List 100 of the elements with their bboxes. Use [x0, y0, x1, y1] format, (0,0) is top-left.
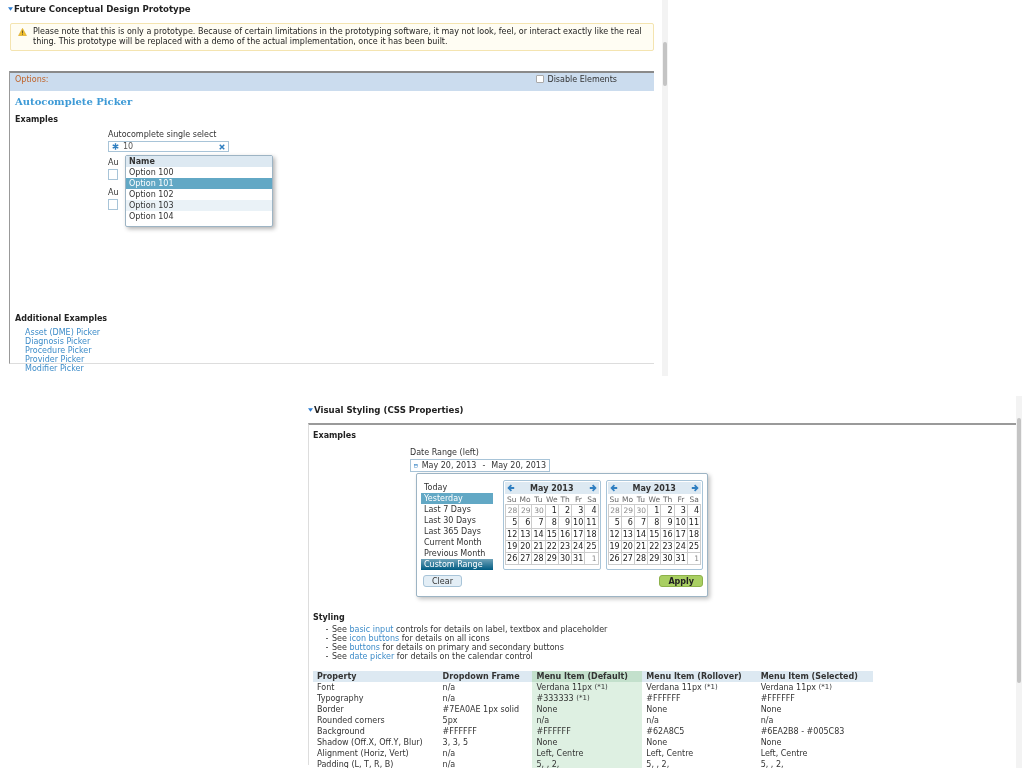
day-cell[interactable]: 21: [532, 541, 546, 553]
day-cell[interactable]: 31: [674, 553, 688, 565]
next-arrow-icon[interactable]: [588, 484, 597, 492]
day-cell[interactable]: 11: [585, 517, 599, 529]
doc-link[interactable]: icon buttons: [349, 634, 400, 643]
next-arrow-icon[interactable]: [690, 484, 699, 492]
day-cell[interactable]: 19: [506, 541, 520, 553]
day-cell[interactable]: 14: [532, 529, 546, 541]
day-cell[interactable]: 24: [572, 541, 586, 553]
dropdown-option[interactable]: Option 104: [126, 211, 272, 222]
day-cell[interactable]: 27: [621, 553, 635, 565]
picker-link[interactable]: Provider Picker: [25, 355, 85, 364]
doc-link[interactable]: basic input: [349, 625, 394, 634]
autocomplete-field[interactable]: 10: [108, 141, 229, 152]
clear-button[interactable]: Clear: [423, 575, 462, 587]
table-cell-text: Left, Centre: [759, 748, 809, 759]
styling-heading: Styling: [313, 613, 346, 622]
day-cell[interactable]: 13: [519, 529, 533, 541]
day-cell[interactable]: 7: [634, 517, 649, 529]
day-cell[interactable]: 29: [648, 553, 662, 565]
day-cell[interactable]: 19: [608, 541, 622, 553]
day-cell[interactable]: 10: [674, 517, 688, 529]
range-option[interactable]: Previous Month: [421, 548, 494, 559]
day-cell[interactable]: 28: [634, 553, 649, 565]
clear-icon[interactable]: [219, 143, 225, 150]
day-cell[interactable]: 22: [545, 541, 559, 553]
day-cell[interactable]: 9: [558, 517, 573, 529]
day-cell[interactable]: 3: [572, 505, 586, 517]
day-cell[interactable]: 21: [634, 541, 649, 553]
day-cell[interactable]: 2: [661, 505, 675, 517]
day-cell[interactable]: 22: [648, 541, 662, 553]
picker-link[interactable]: Modifier Picker: [25, 364, 84, 373]
day-cell[interactable]: 6: [621, 517, 635, 529]
range-option[interactable]: Current Month: [421, 537, 494, 548]
day-cell[interactable]: 20: [621, 541, 635, 553]
date-range-field[interactable]: May 20, 2013 - May 20, 2013: [410, 459, 550, 472]
day-cell[interactable]: 1: [545, 505, 559, 517]
day-cell[interactable]: 20: [519, 541, 533, 553]
day-cell[interactable]: 30: [661, 553, 675, 565]
scrollbar-thumb[interactable]: [1017, 418, 1021, 683]
day-cell[interactable]: 30: [558, 553, 573, 565]
day-cell[interactable]: 5: [608, 517, 622, 529]
day-cell[interactable]: 25: [687, 541, 701, 553]
picker-link[interactable]: Asset (DME) Picker: [25, 328, 101, 337]
day-cell[interactable]: 16: [558, 529, 573, 541]
doc-link[interactable]: buttons: [349, 643, 381, 652]
day-cell[interactable]: 23: [558, 541, 573, 553]
day-cell[interactable]: 8: [545, 517, 559, 529]
day-cell[interactable]: 31: [572, 553, 586, 565]
day-cell[interactable]: 15: [648, 529, 662, 541]
input-field[interactable]: [108, 169, 118, 180]
day-cell[interactable]: 13: [621, 529, 635, 541]
day-cell[interactable]: 29: [545, 553, 559, 565]
day-cell[interactable]: 6: [519, 517, 533, 529]
picker-link[interactable]: Diagnosis Picker: [25, 337, 91, 346]
day-cell[interactable]: 26: [608, 553, 622, 565]
previous-arrow-icon[interactable]: [609, 484, 618, 492]
day-cell[interactable]: 4: [585, 505, 599, 517]
day-cell[interactable]: 4: [687, 505, 701, 517]
day-cell[interactable]: 15: [545, 529, 559, 541]
scrollbar-thumb[interactable]: [663, 42, 667, 86]
range-option[interactable]: Today: [421, 482, 494, 493]
day-cell[interactable]: 9: [661, 517, 675, 529]
day-cell[interactable]: 25: [585, 541, 599, 553]
day-cell[interactable]: 7: [532, 517, 546, 529]
day-cell[interactable]: 3: [674, 505, 688, 517]
day-cell[interactable]: 23: [661, 541, 675, 553]
day-cell[interactable]: 8: [648, 517, 662, 529]
caret-icon[interactable]: [308, 407, 313, 412]
day-cell[interactable]: 1: [648, 505, 662, 517]
dropdown-option[interactable]: Option 103: [126, 200, 272, 211]
day-cell[interactable]: 17: [674, 529, 688, 541]
range-option[interactable]: Last 365 Days: [421, 526, 494, 537]
range-option[interactable]: Custom Range: [421, 559, 494, 570]
caret-icon[interactable]: [8, 6, 13, 11]
day-cell[interactable]: 14: [634, 529, 649, 541]
day-cell[interactable]: 28: [532, 553, 546, 565]
range-option[interactable]: Last 7 Days: [421, 504, 494, 515]
range-option[interactable]: Last 30 Days: [421, 515, 494, 526]
day-cell[interactable]: 12: [608, 529, 622, 541]
day-cell[interactable]: 17: [572, 529, 586, 541]
checkbox[interactable]: [536, 75, 545, 83]
doc-link[interactable]: date picker: [349, 652, 395, 661]
day-cell[interactable]: 26: [506, 553, 520, 565]
day-cell[interactable]: 10: [572, 517, 586, 529]
day-cell[interactable]: 5: [506, 517, 520, 529]
day-cell[interactable]: 18: [687, 529, 701, 541]
dropdown-option[interactable]: Option 102: [126, 189, 272, 200]
day-cell[interactable]: 2: [558, 505, 573, 517]
previous-arrow-icon[interactable]: [507, 484, 516, 492]
day-cell[interactable]: 16: [661, 529, 675, 541]
picker-link[interactable]: Procedure Picker: [25, 346, 92, 355]
day-cell[interactable]: 24: [674, 541, 688, 553]
apply-button[interactable]: Apply: [659, 575, 703, 587]
day-cell[interactable]: 12: [506, 529, 520, 541]
day-cell[interactable]: 11: [687, 517, 701, 529]
day-cell[interactable]: 27: [519, 553, 533, 565]
day-cell[interactable]: 18: [585, 529, 599, 541]
input-field[interactable]: [108, 199, 118, 210]
dropdown-option[interactable]: Option 100: [126, 167, 272, 178]
